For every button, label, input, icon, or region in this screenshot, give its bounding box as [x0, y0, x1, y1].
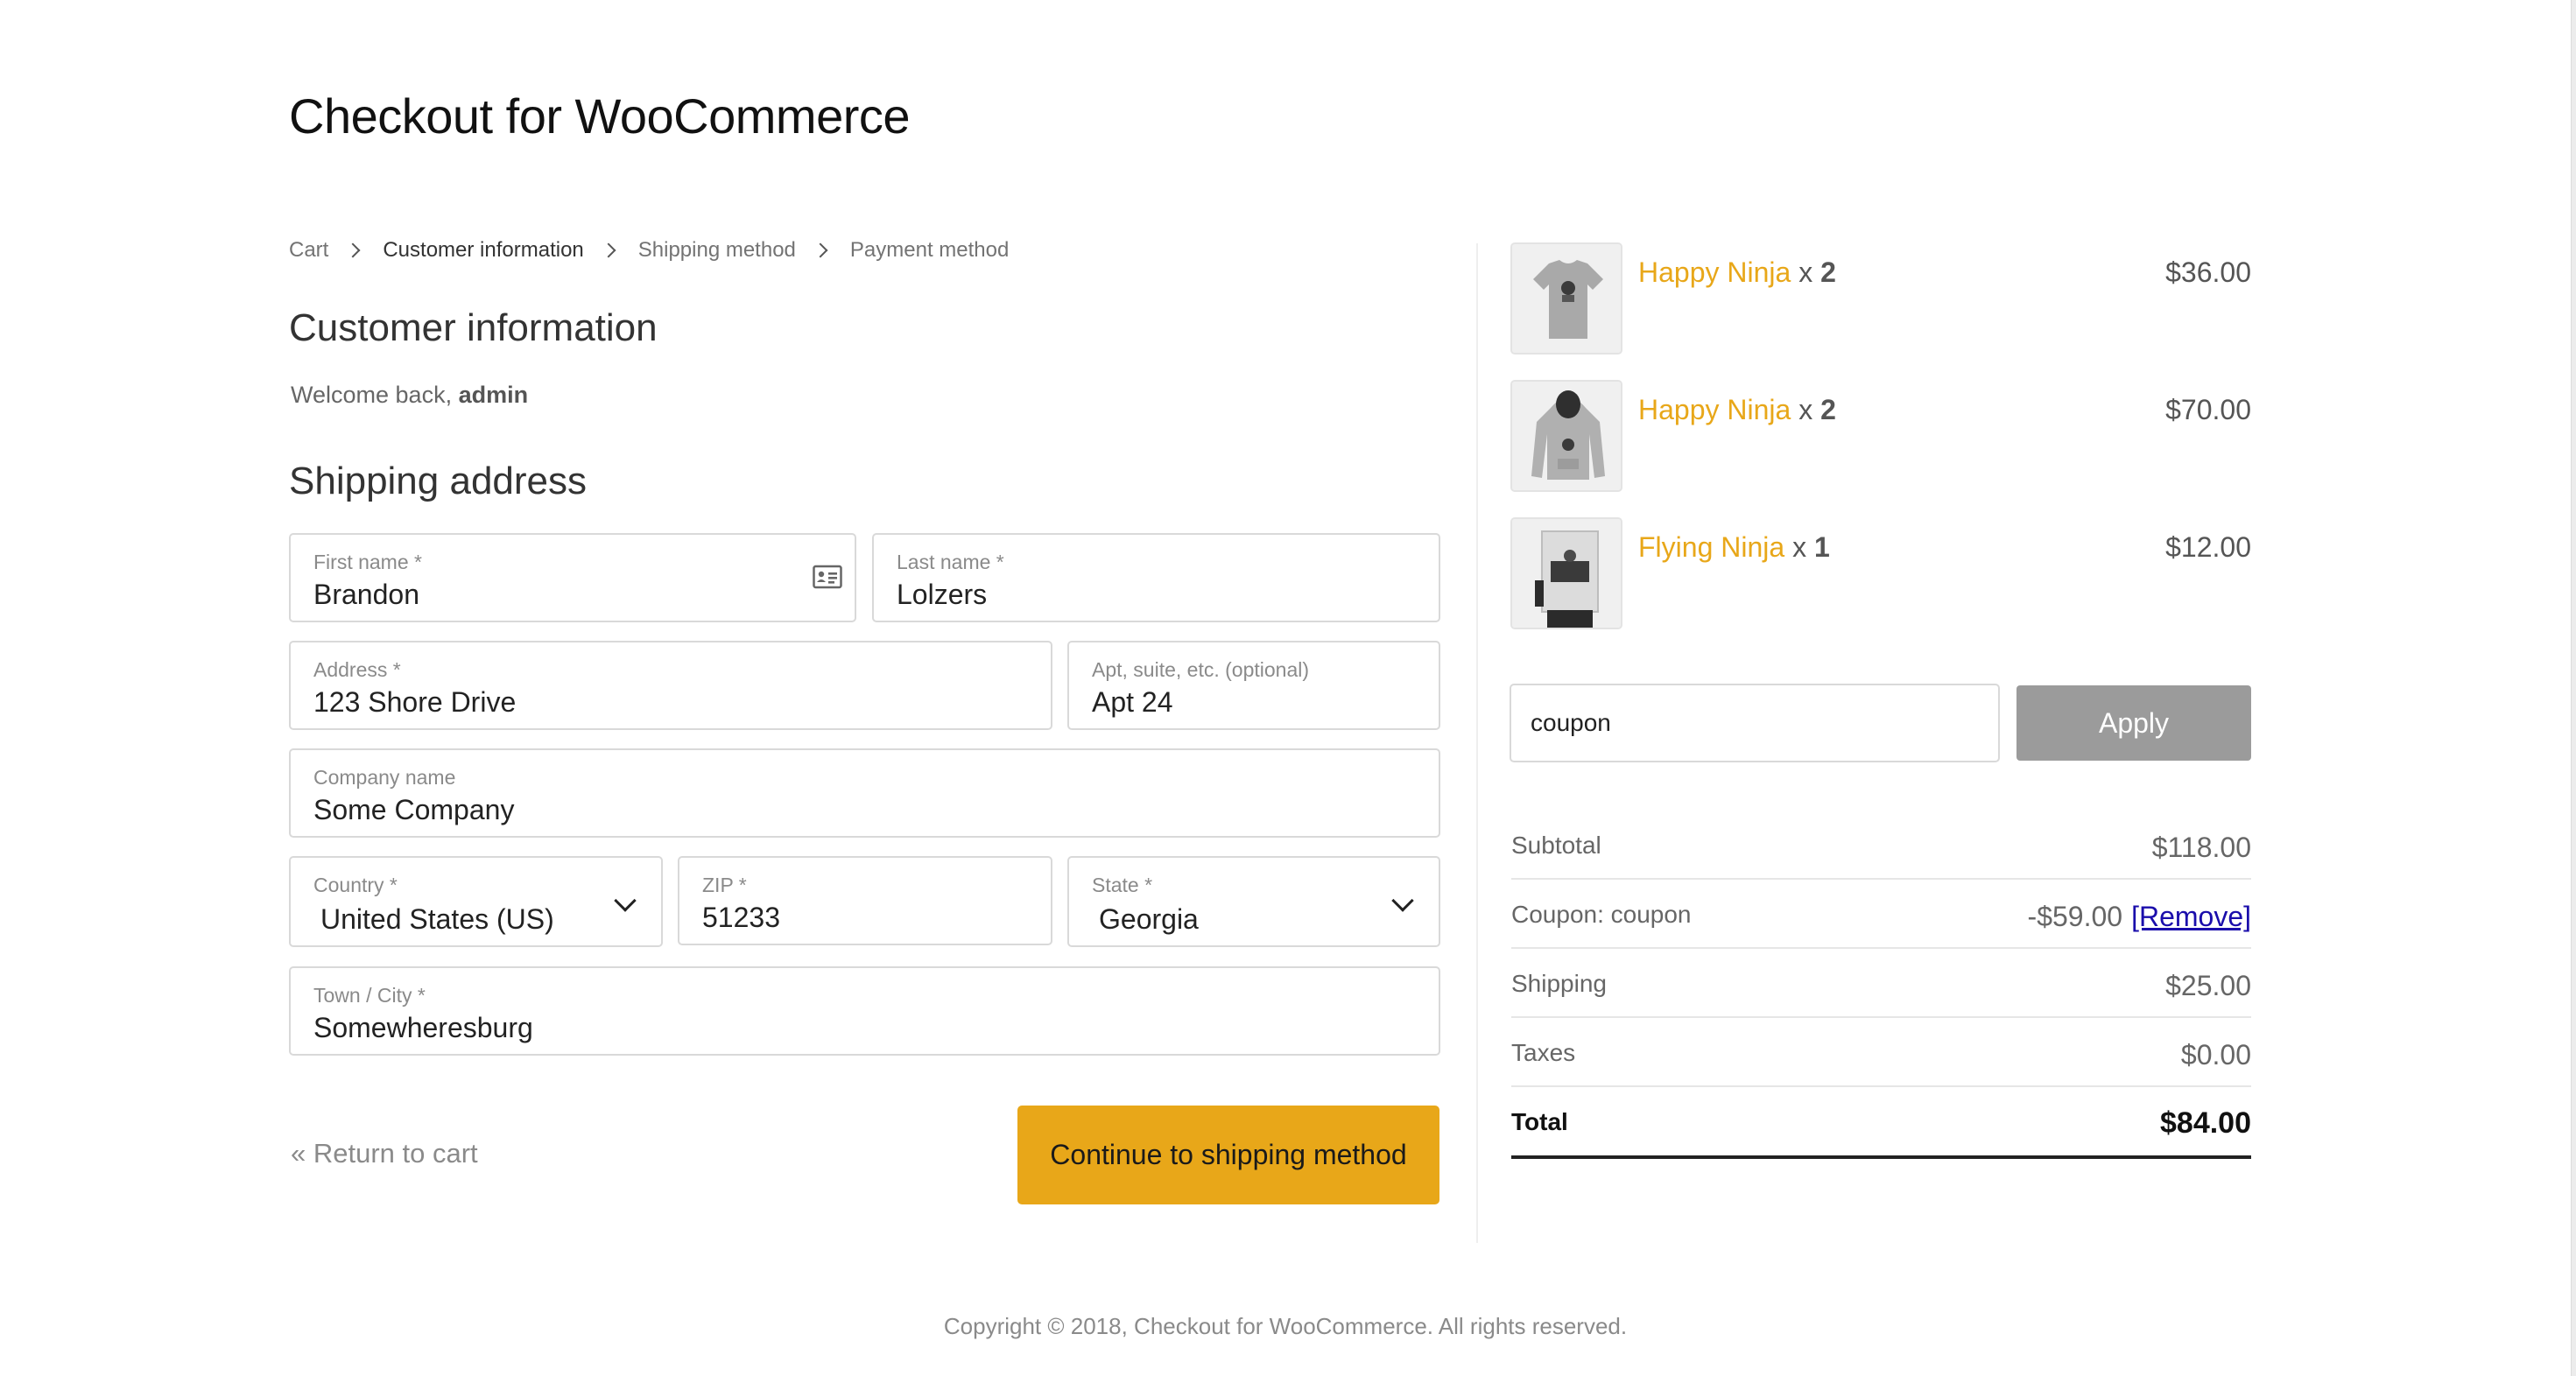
apt-suite-label: Apt, suite, etc. (optional) — [1092, 658, 1310, 681]
country-label: Country * — [313, 874, 398, 896]
apply-coupon-button[interactable]: Apply — [2016, 685, 2251, 761]
chevron-right-icon — [601, 242, 616, 258]
first-name-value[interactable]: Brandon — [313, 579, 419, 611]
shipping-value: $25.00 — [2165, 970, 2251, 1001]
zip-label: ZIP * — [702, 874, 747, 896]
last-name-field[interactable]: Last name * Lolzers — [872, 533, 1440, 622]
return-to-cart-link[interactable]: « Return to cart — [291, 1138, 478, 1169]
total-value: $84.00 — [2160, 1106, 2251, 1140]
welcome-prefix: Welcome back, — [291, 382, 459, 408]
town-city-value[interactable]: Somewheresburg — [313, 1012, 533, 1044]
contact-card-icon[interactable] — [813, 565, 842, 589]
town-city-field[interactable]: Town / City * Somewheresburg — [289, 966, 1440, 1056]
shipping-row: Shipping $25.00 — [1511, 949, 2251, 1018]
state-label: State * — [1092, 874, 1153, 896]
coupon-discount: -$59.00 [Remove] — [2028, 901, 2251, 933]
poster-icon — [1512, 519, 1621, 628]
shipping-label: Shipping — [1511, 970, 1607, 997]
state-select[interactable]: State * Georgia — [1067, 856, 1440, 947]
chevron-right-icon — [345, 242, 361, 258]
cart-item-name-link[interactable]: Happy Ninja — [1638, 256, 1791, 288]
coupon-label: Coupon: coupon — [1511, 901, 1692, 928]
coupon-discount-value: -$59.00 — [2027, 901, 2123, 932]
town-city-label: Town / City * — [313, 984, 426, 1007]
cart-item-qty-prefix: x — [1791, 394, 1821, 425]
breadcrumb: Cart Customer information Shipping metho… — [289, 238, 1009, 263]
breadcrumb-item-cart[interactable]: Cart — [289, 238, 328, 263]
country-value[interactable]: United States (US) — [320, 903, 554, 936]
apt-suite-field[interactable]: Apt, suite, etc. (optional) Apt 24 — [1067, 641, 1440, 730]
state-value[interactable]: Georgia — [1099, 903, 1199, 936]
cart-item-title: Happy Ninja x 2 — [1638, 394, 1836, 426]
product-thumbnail — [1510, 242, 1622, 355]
taxes-label: Taxes — [1511, 1039, 1576, 1066]
welcome-message: Welcome back, admin — [291, 382, 528, 409]
zip-field[interactable]: ZIP * 51233 — [678, 856, 1052, 945]
cart-item-name-link[interactable]: Happy Ninja — [1638, 394, 1791, 425]
cart-item: Flying Ninja x 1 $12.00 — [1510, 517, 2251, 629]
continue-to-shipping-button[interactable]: Continue to shipping method — [1017, 1106, 1439, 1204]
cart-item-price: $36.00 — [2165, 256, 2251, 288]
breadcrumb-item-customer-information[interactable]: Customer information — [383, 238, 583, 263]
breadcrumb-item-payment-method[interactable]: Payment method — [850, 238, 1009, 263]
last-name-value[interactable]: Lolzers — [897, 579, 987, 611]
column-divider — [1476, 243, 1478, 1243]
welcome-username: admin — [458, 382, 529, 408]
cart-item-price: $70.00 — [2165, 394, 2251, 425]
window-scrollbar[interactable] — [2571, 0, 2576, 1376]
taxes-row: Taxes $0.00 — [1511, 1018, 2251, 1087]
product-thumbnail — [1510, 517, 1622, 629]
hoodie-icon — [1512, 382, 1621, 490]
chevron-down-icon[interactable] — [614, 889, 637, 912]
company-name-label: Company name — [313, 766, 456, 789]
total-row: Total $84.00 — [1511, 1087, 2251, 1159]
company-name-value[interactable]: Some Company — [313, 794, 514, 826]
product-thumbnail — [1510, 380, 1622, 492]
subtotal-row: Subtotal $118.00 — [1511, 811, 2251, 880]
tshirt-icon — [1512, 244, 1621, 353]
country-select[interactable]: Country * United States (US) — [289, 856, 663, 947]
cart-item-qty: 2 — [1820, 256, 1836, 288]
total-label: Total — [1511, 1108, 1568, 1135]
chevron-down-icon[interactable] — [1391, 889, 1414, 912]
subtotal-label: Subtotal — [1511, 832, 1601, 859]
taxes-value: $0.00 — [2180, 1039, 2251, 1071]
shipping-address-heading: Shipping address — [289, 460, 588, 502]
cart-item: Happy Ninja x 2 $36.00 — [1510, 242, 2251, 355]
cart-item-qty: 1 — [1813, 531, 1830, 563]
cart-item: Happy Ninja x 2 $70.00 — [1510, 380, 2251, 492]
chevron-right-icon — [813, 242, 828, 258]
address-label: Address * — [313, 658, 401, 681]
cart-item-qty: 2 — [1820, 394, 1836, 425]
remove-coupon-link[interactable]: [Remove] — [2131, 901, 2251, 932]
first-name-label: First name * — [313, 551, 422, 573]
breadcrumb-item-shipping-method[interactable]: Shipping method — [638, 238, 796, 263]
cart-item-title: Happy Ninja x 2 — [1638, 256, 1836, 289]
site-title: Checkout for WooCommerce — [289, 88, 911, 144]
first-name-field[interactable]: First name * Brandon — [289, 533, 856, 622]
company-name-field[interactable]: Company name Some Company — [289, 748, 1440, 838]
cart-item-name-link[interactable]: Flying Ninja — [1638, 531, 1784, 563]
order-totals: Subtotal $118.00 Coupon: coupon -$59.00 [… — [1511, 811, 2251, 1159]
address-value[interactable]: 123 Shore Drive — [313, 686, 516, 719]
footer-copyright: Copyright © 2018, Checkout for WooCommer… — [943, 1313, 1628, 1339]
checkout-page: Checkout for WooCommerce Cart Customer i… — [0, 0, 2576, 1376]
address-field[interactable]: Address * 123 Shore Drive — [289, 641, 1052, 730]
cart-item-qty-prefix: x — [1784, 531, 1814, 563]
customer-information-heading: Customer information — [289, 306, 658, 349]
coupon-input[interactable] — [1510, 684, 2000, 762]
coupon-row: Coupon: coupon -$59.00 [Remove] — [1511, 880, 2251, 949]
apt-suite-value[interactable]: Apt 24 — [1092, 686, 1173, 719]
subtotal-value: $118.00 — [2151, 832, 2251, 863]
cart-item-price: $12.00 — [2165, 531, 2251, 563]
last-name-label: Last name * — [897, 551, 1004, 573]
zip-value[interactable]: 51233 — [702, 902, 780, 934]
cart-item-qty-prefix: x — [1791, 256, 1821, 288]
cart-item-title: Flying Ninja x 1 — [1638, 531, 1830, 564]
